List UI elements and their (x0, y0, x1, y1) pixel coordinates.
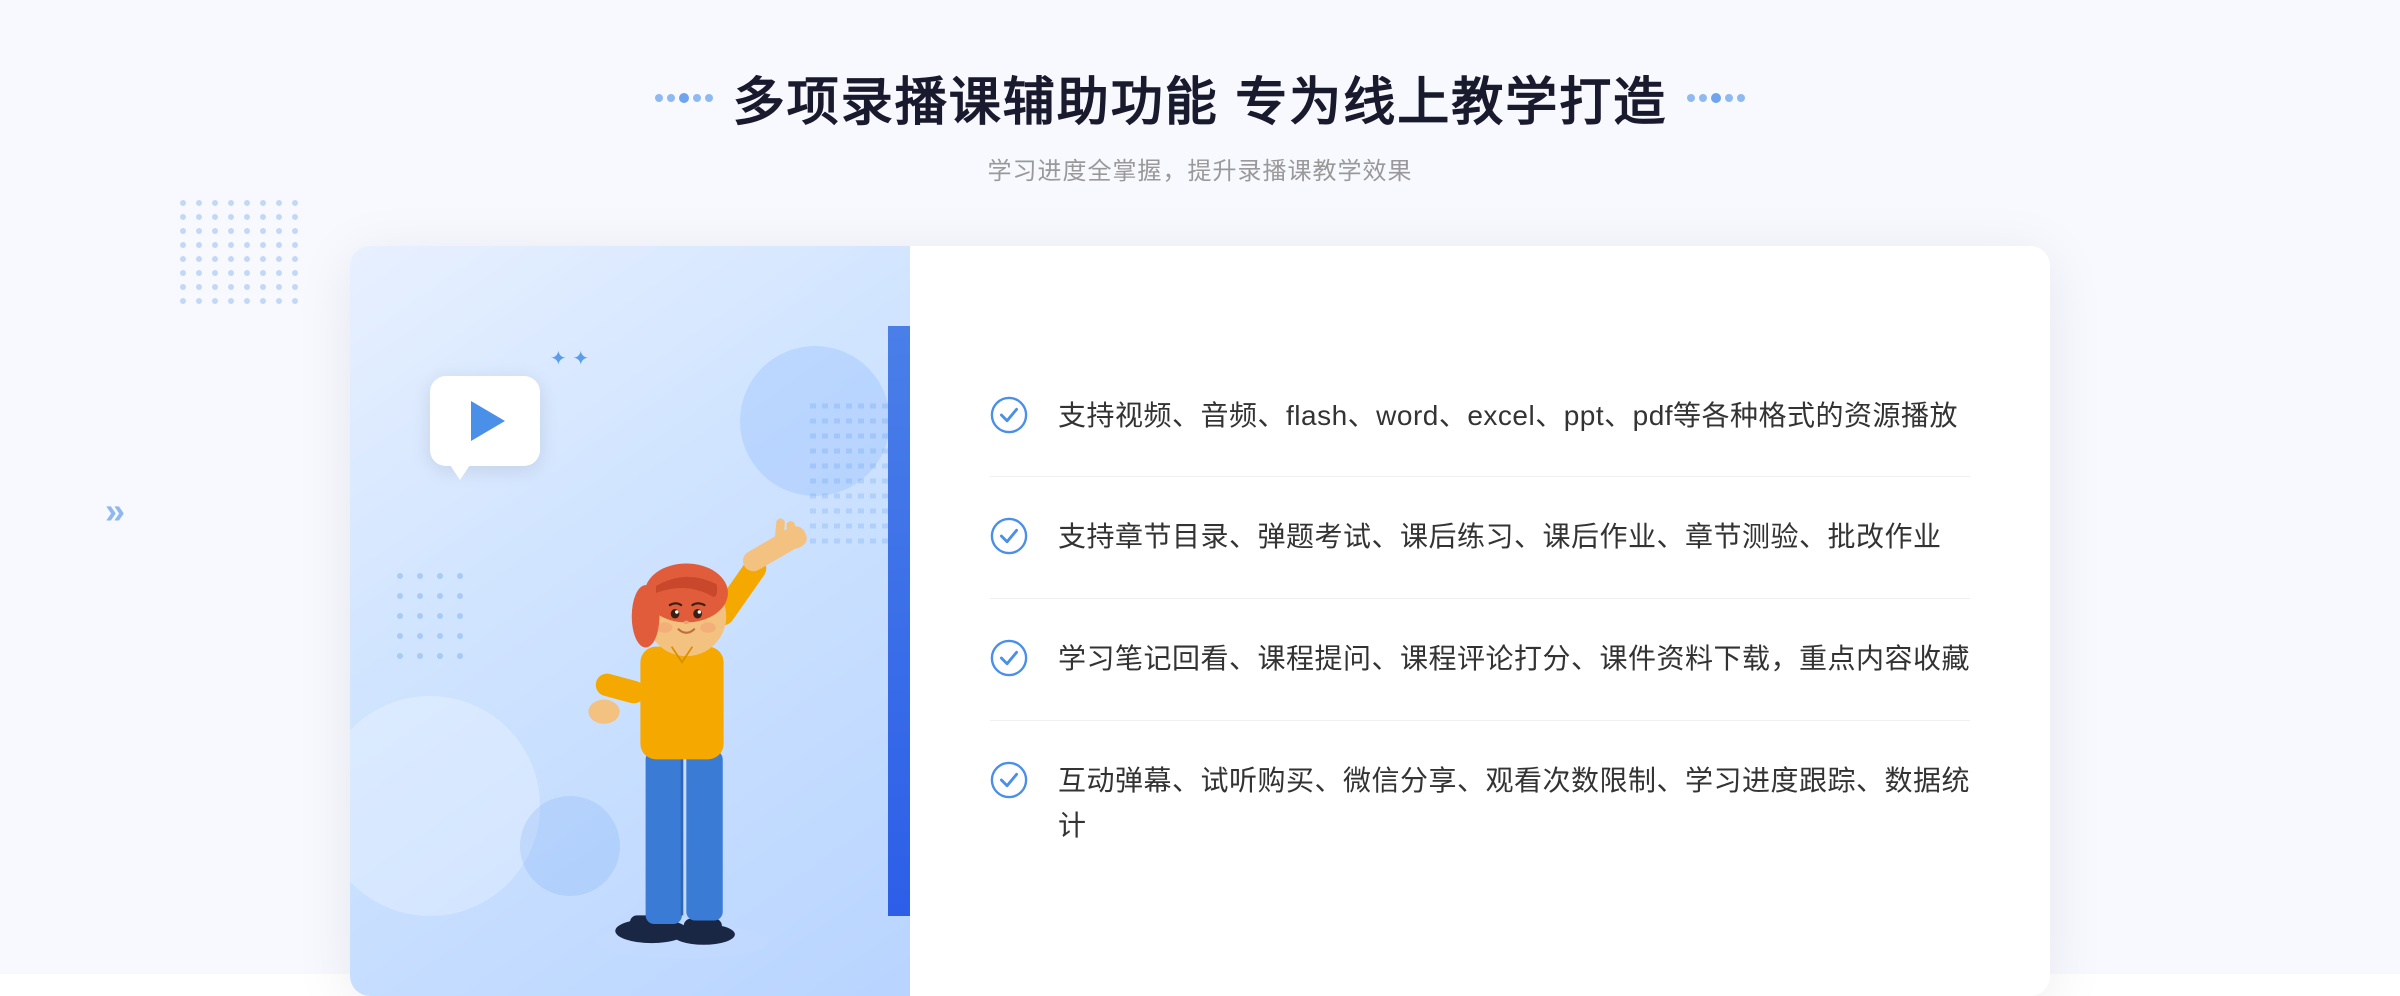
dot-pattern-overlay (390, 566, 510, 691)
feature-item-4: 互动弹幕、试听购买、微信分享、观看次数限制、学习进度跟踪、数据统计 (990, 721, 1970, 887)
main-content-card: ✦ ✦ (350, 246, 2050, 996)
title-decoration-left (655, 93, 713, 103)
check-circle-icon-3 (990, 639, 1028, 677)
feature-text-4: 互动弹幕、试听购买、微信分享、观看次数限制、学习进度跟踪、数据统计 (1058, 759, 1970, 849)
title-decoration-right (1687, 93, 1745, 103)
dots-decoration-left (180, 200, 300, 400)
chevron-decoration: » (105, 490, 125, 532)
header-section: 多项录播课辅助功能 专为线上教学打造 学习进度全掌握，提升录播课教学效果 (655, 60, 1745, 186)
check-circle-icon-4 (990, 761, 1028, 799)
sparkle-decoration: ✦ ✦ (550, 346, 589, 371)
play-bubble (430, 376, 540, 466)
feature-item-1: 支持视频、音频、flash、word、excel、ppt、pdf等各种格式的资源… (990, 356, 1970, 478)
bg-circle-1 (350, 696, 540, 916)
blue-accent-bar (888, 326, 910, 916)
feature-item-2: 支持章节目录、弹题考试、课后练习、课后作业、章节测验、批改作业 (990, 477, 1970, 599)
page-title: 多项录播课辅助功能 专为线上教学打造 (733, 60, 1667, 135)
feature-text-1: 支持视频、音频、flash、word、excel、ppt、pdf等各种格式的资源… (1058, 394, 1958, 439)
check-circle-icon-1 (990, 396, 1028, 434)
feature-text-3: 学习笔记回看、课程提问、课程评论打分、课件资料下载，重点内容收藏 (1058, 637, 1970, 682)
stripes-decoration (810, 396, 890, 556)
illustration-panel: ✦ ✦ (350, 246, 910, 996)
page-subtitle: 学习进度全掌握，提升录播课教学效果 (655, 151, 1745, 186)
page-wrapper: » 多项录播课辅助功能 专为线上教学打造 学习进度全掌握，提升录播课教学效果 (0, 0, 2400, 974)
feature-item-3: 学习笔记回看、课程提问、课程评论打分、课件资料下载，重点内容收藏 (990, 599, 1970, 721)
header-title-wrapper: 多项录播课辅助功能 专为线上教学打造 (655, 60, 1745, 135)
feature-text-2: 支持章节目录、弹题考试、课后练习、课后作业、章节测验、批改作业 (1058, 515, 1942, 560)
check-circle-icon-2 (990, 517, 1028, 555)
character-illustration (552, 436, 812, 996)
play-icon (471, 401, 505, 441)
features-panel: 支持视频、音频、flash、word、excel、ppt、pdf等各种格式的资源… (910, 246, 2050, 996)
